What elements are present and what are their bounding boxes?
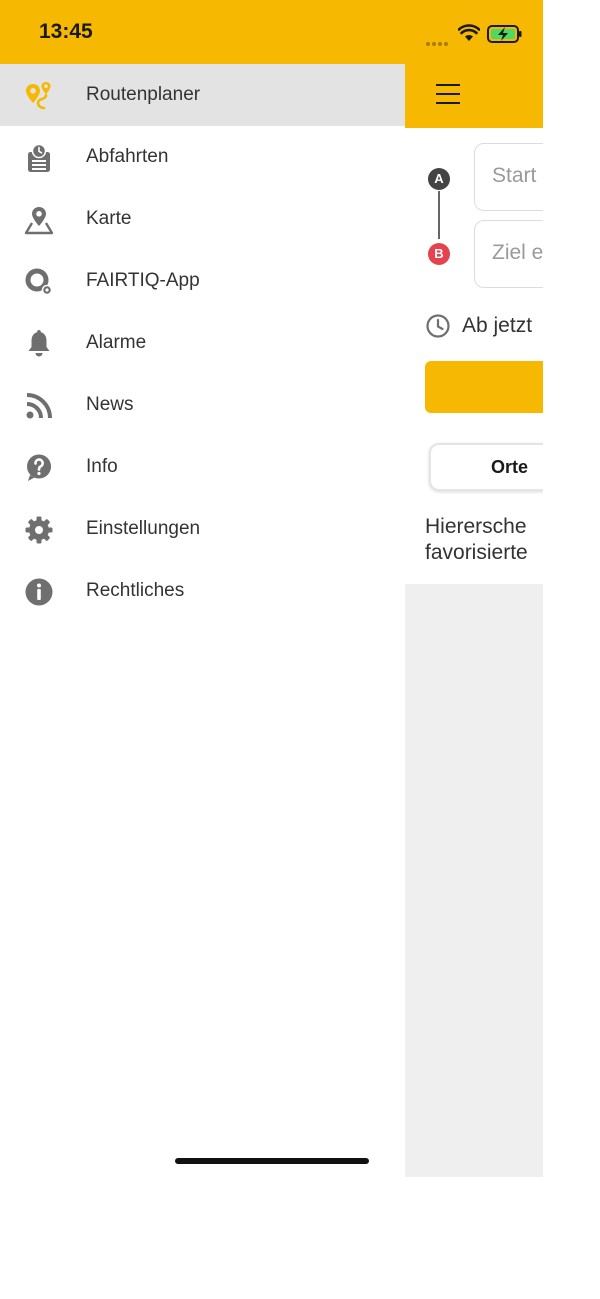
fairtiq-icon <box>25 268 53 296</box>
menu-label-karte: Karte <box>86 208 132 229</box>
bell-icon <box>28 330 50 357</box>
menu-item-fairtiq-app[interactable]: FAIRTIQ-App <box>0 250 405 312</box>
status-icons <box>426 24 526 46</box>
departure-time-label: Ab jetzt <box>462 314 533 337</box>
segment-orte-label: Orte <box>491 457 529 477</box>
menu-item-karte[interactable]: Karte <box>0 188 405 250</box>
menu-item-alarme[interactable]: Alarme <box>0 312 405 374</box>
start-input[interactable]: Start <box>474 143 543 211</box>
menu-label-routenplaner: Routenplaner <box>86 84 201 105</box>
map-pin-icon <box>24 207 54 235</box>
menu-item-rechtliches[interactable]: Rechtliches <box>0 560 405 622</box>
main-header <box>405 64 543 128</box>
favorites-empty-message: Hierersche favorisierte <box>425 515 528 564</box>
info-icon <box>25 578 53 606</box>
navigation-drawer: Routenplaner Abfahrten Karte FAIRTIQ-App… <box>0 64 405 1177</box>
menu-label-info: Info <box>86 456 118 477</box>
route-connector-line <box>438 191 440 239</box>
status-time: 13:45 <box>39 20 93 43</box>
route-planner-body: A B Start Ziel e Ab jetzt Orte Hierersch… <box>405 128 543 1177</box>
cellular-signal-icon <box>426 33 450 51</box>
menu-label-einstellungen: Einstellungen <box>86 518 201 539</box>
menu-label-alarme: Alarme <box>86 332 147 353</box>
content-area <box>405 584 543 1177</box>
search-button[interactable] <box>425 361 543 413</box>
rss-icon <box>26 393 52 419</box>
start-placeholder: Start <box>492 164 537 187</box>
clock-icon <box>426 314 450 338</box>
menu-item-einstellungen[interactable]: Einstellungen <box>0 498 405 560</box>
wifi-icon <box>458 24 480 41</box>
destination-placeholder: Ziel e <box>492 241 543 264</box>
question-icon <box>27 454 51 481</box>
status-bar: 13:45 <box>0 0 543 64</box>
departures-board-icon <box>28 143 50 172</box>
segment-orte[interactable]: Orte <box>429 443 543 491</box>
menu-item-news[interactable]: News <box>0 374 405 436</box>
destination-marker-badge: B <box>428 243 450 265</box>
menu-label-rechtliches: Rechtliches <box>86 580 185 601</box>
start-marker-badge: A <box>428 168 450 190</box>
home-indicator[interactable] <box>175 1158 369 1164</box>
gear-icon <box>25 516 53 544</box>
destination-input[interactable]: Ziel e <box>474 220 543 288</box>
menu-item-routenplaner[interactable]: Routenplaner <box>0 64 405 126</box>
app-screen: 13:45 A B Start Ziel e Ab jetzt Orte Hie… <box>0 0 543 1177</box>
menu-label-news: News <box>86 394 134 415</box>
menu-label-abfahrten: Abfahrten <box>86 146 169 167</box>
route-planner-icon <box>26 82 51 110</box>
menu-label-fairtiq-app: FAIRTIQ-App <box>86 270 200 291</box>
menu-item-abfahrten[interactable]: Abfahrten <box>0 126 405 188</box>
battery-charging-icon <box>487 25 522 43</box>
menu-item-info[interactable]: Info <box>0 436 405 498</box>
hamburger-menu-icon[interactable] <box>436 84 460 104</box>
